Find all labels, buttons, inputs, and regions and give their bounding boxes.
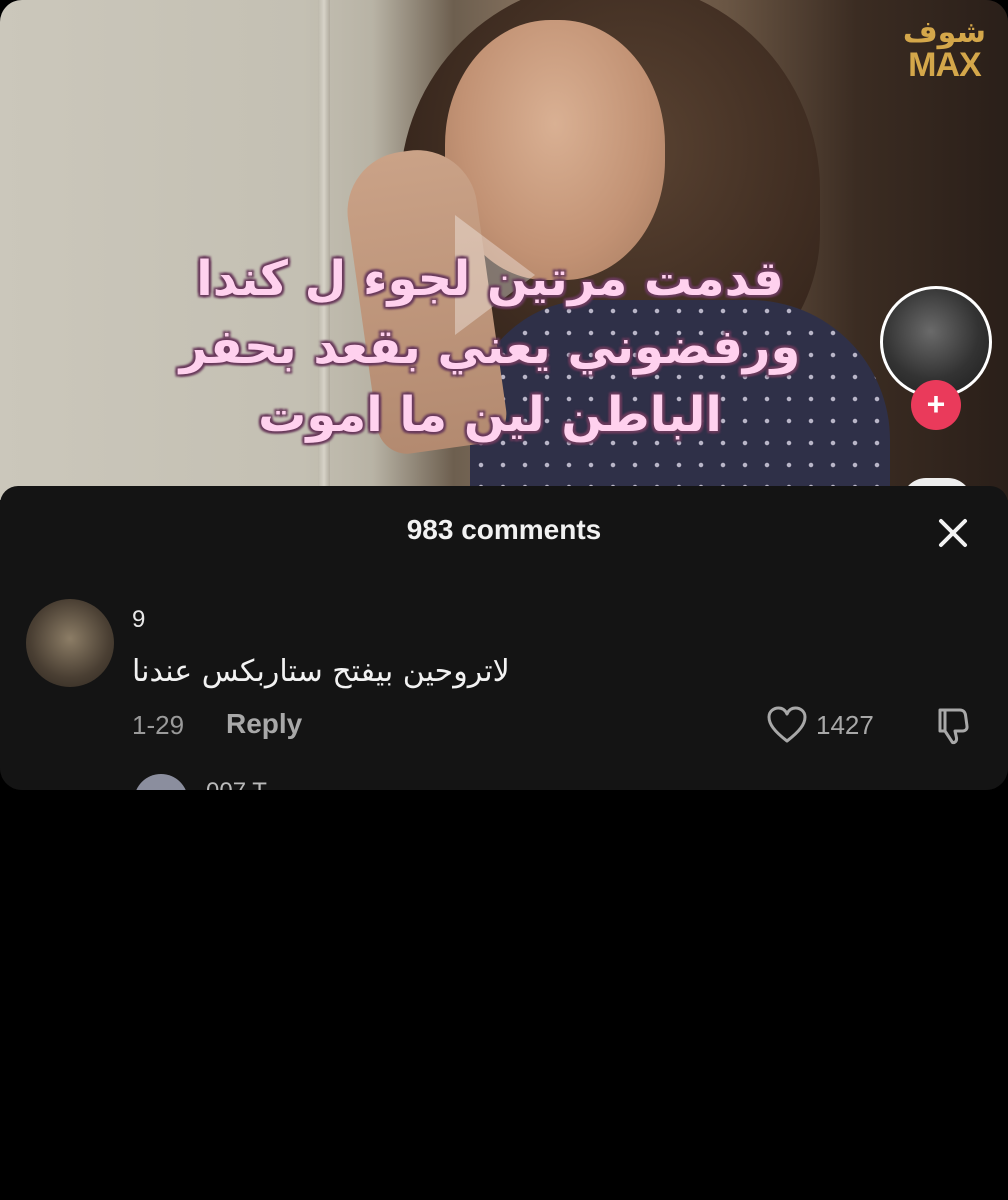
next-comment-username[interactable]: 007 T xyxy=(206,778,267,790)
dislike-icon[interactable] xyxy=(932,704,974,746)
comment-username[interactable]: 9 xyxy=(132,606,145,634)
video-caption: قدمت مرتين لجوء ل كندا ورفضوني يعني بقعد… xyxy=(150,245,830,449)
brand-logo: شوف MAX xyxy=(902,15,986,84)
caption-line-3: الباطن لين ما اموت xyxy=(258,387,722,443)
brand-logo-max: MAX xyxy=(908,46,982,84)
caption-line-1: قدمت مرتين لجوء ل كندا xyxy=(196,251,784,307)
like-count: 1427 xyxy=(816,710,874,740)
video-player[interactable]: شوف MAX قدمت مرتين لجوء ل كندا ورفضوني ي… xyxy=(0,0,1008,500)
brand-logo-arabic: شوف xyxy=(902,15,986,50)
close-icon[interactable] xyxy=(936,516,970,550)
comments-sheet: 983 comments 9 لاتروحين بيفتح ستاربكس عن… xyxy=(0,486,1008,790)
heart-icon[interactable] xyxy=(766,706,808,744)
comment-avatar[interactable] xyxy=(26,599,114,687)
next-comment-avatar[interactable] xyxy=(134,774,188,790)
follow-button[interactable]: + xyxy=(911,380,961,430)
comment-text: لاتروحين بيفتح ستاربكس عندنا xyxy=(132,654,510,689)
caption-line-2: ورفضوني يعني بقعد بحفر xyxy=(179,319,801,375)
tiktok-screenshot: شوف MAX قدمت مرتين لجوء ل كندا ورفضوني ي… xyxy=(0,0,1008,790)
reply-button[interactable]: Reply xyxy=(226,708,302,740)
comment-date: 1-29 xyxy=(132,710,185,740)
comments-count-title: 983 comments xyxy=(406,514,602,545)
